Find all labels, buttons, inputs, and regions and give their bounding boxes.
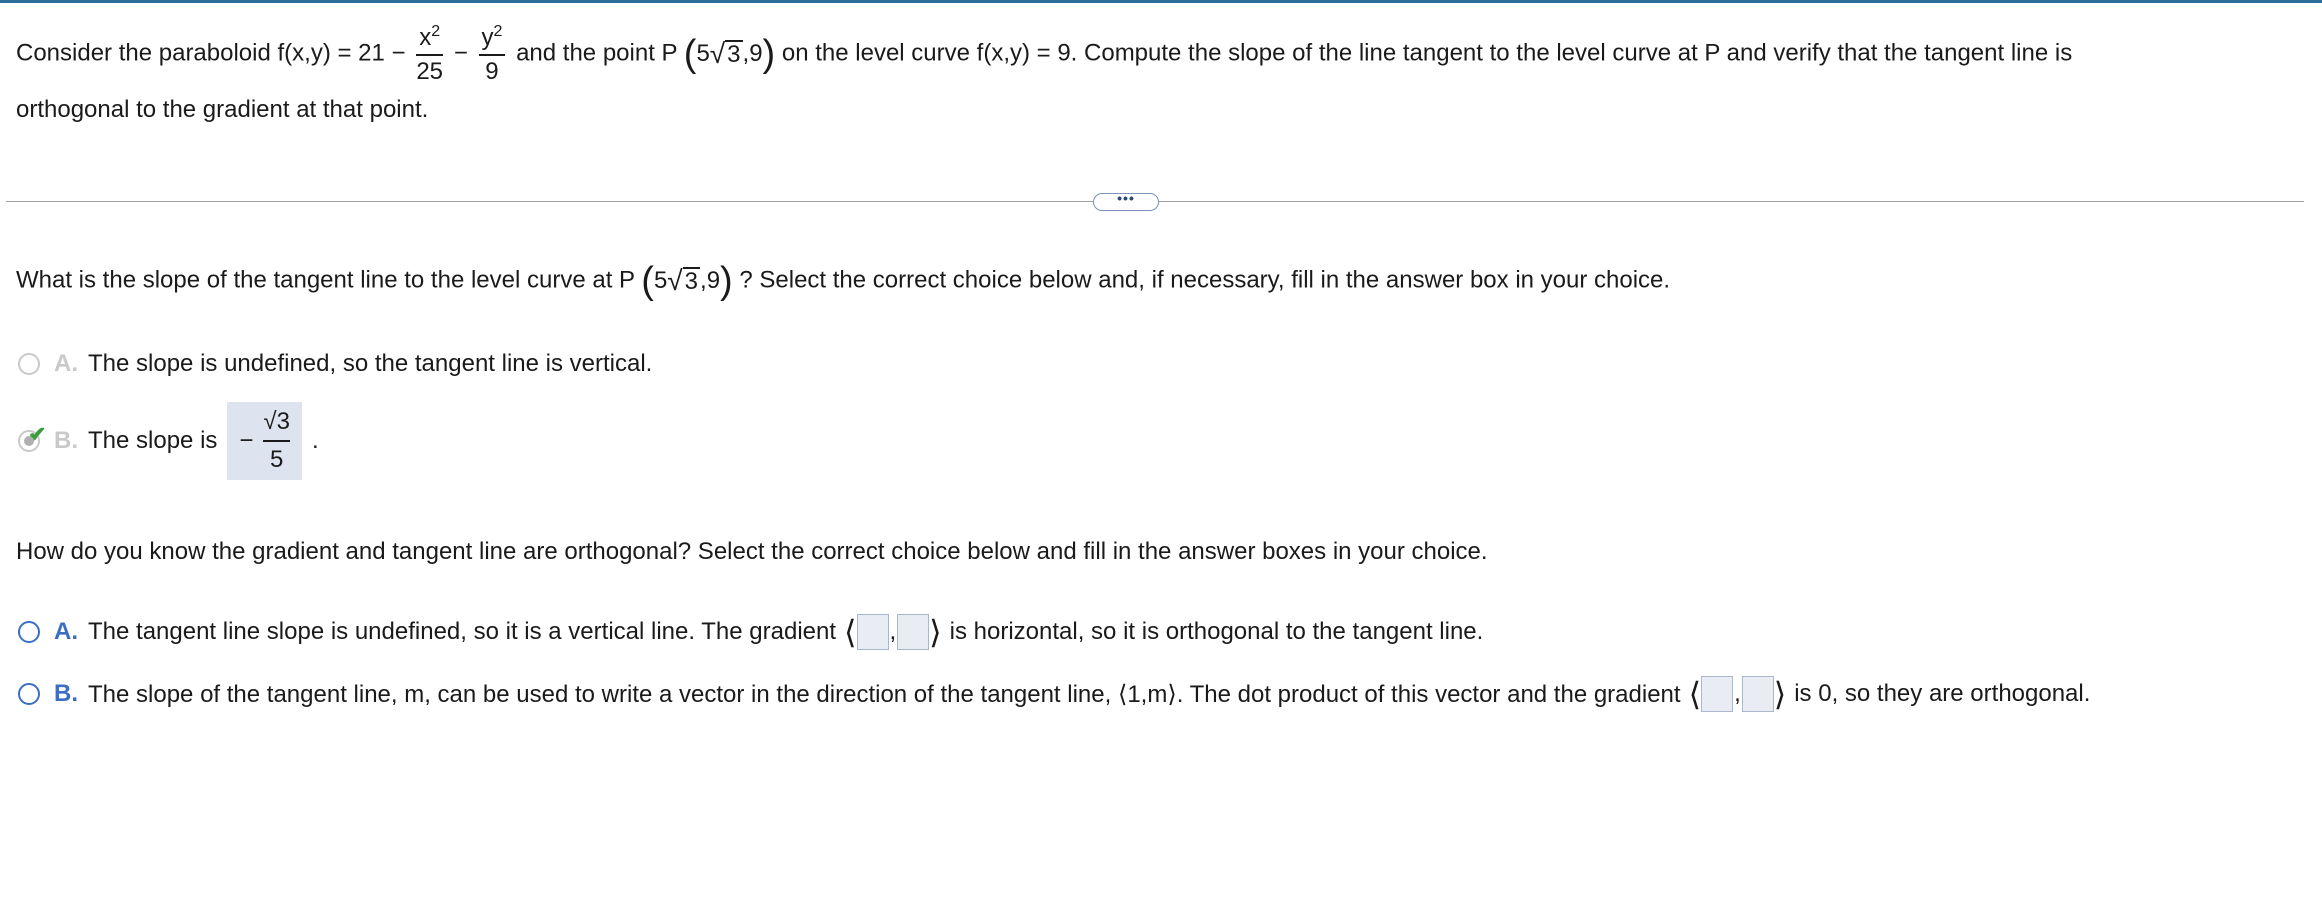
question1-before: What is the slope of the tangent line to… — [16, 266, 635, 294]
gradient-vector-input: ⟨, ⟩ — [844, 614, 942, 650]
sqrt-3: √ 3 — [709, 38, 743, 70]
problem-after: on the level curve f(x,y) = 9. Compute t… — [781, 39, 2073, 67]
frac1-numerator: x — [419, 24, 432, 51]
choice-text-after: is horizontal, so it is orthogonal to th… — [949, 618, 1484, 645]
point-p: ( 5 √ 3 ,9 ) — [641, 260, 733, 302]
point-coefficient: 5 — [653, 267, 668, 294]
gradient-x-input[interactable] — [856, 614, 889, 650]
choice-text-after: is 0, so they are orthogonal. — [1794, 680, 2091, 707]
problem-mid: and the point P — [516, 39, 678, 67]
minus-sign: − — [453, 39, 468, 67]
more-button[interactable]: ••• — [1093, 191, 1159, 211]
fraction-x2-over-25: x2 25 — [416, 23, 444, 85]
radicand: 3 — [725, 39, 743, 68]
choice-letter: B. — [54, 680, 78, 707]
question2-text: How do you know the gradient and tangent… — [16, 538, 1488, 565]
q1-choice-a[interactable]: A. The slope is undefined, so the tangen… — [18, 350, 652, 378]
q2-choice-a[interactable]: A. The tangent line slope is undefined, … — [18, 614, 1483, 650]
answer-sign: − — [239, 427, 254, 454]
choice-letter: A. — [54, 618, 78, 645]
exponent: 2 — [493, 23, 503, 40]
problem-statement: Consider the paraboloid f(x,y) = 21 − x2… — [16, 24, 2306, 136]
q2-choice-b[interactable]: B. The slope of the tangent line, m, can… — [18, 676, 2090, 712]
point-p: ( 5 √ 3 ,9 ) — [684, 28, 775, 80]
choice-tail: . — [311, 427, 319, 454]
choice-letter: B. — [54, 427, 78, 454]
exponent: 2 — [431, 23, 441, 40]
gradient-vector-input: ⟨, ⟩ — [1688, 676, 1787, 712]
problem-line2: orthogonal to the gradient at that point… — [16, 96, 429, 123]
choice-text-before: The slope of the tangent line, m, can be… — [88, 680, 1681, 708]
gradient-x-input[interactable] — [1701, 676, 1734, 712]
radio-button[interactable] — [18, 621, 40, 643]
answer-denominator: 5 — [270, 446, 284, 473]
choice-letter: A. — [54, 350, 78, 377]
frac1-denominator: 25 — [416, 58, 444, 85]
fraction-y2-over-9: y2 9 — [478, 23, 506, 85]
problem-intro: Consider the paraboloid f(x,y) = 21 − — [16, 39, 406, 67]
radio-button-selected[interactable]: ✔ — [18, 422, 46, 452]
point-y: ,9 — [742, 40, 763, 67]
radicand: 3 — [682, 266, 701, 295]
point-coefficient: 5 — [696, 40, 710, 67]
gradient-y-input[interactable] — [1741, 676, 1774, 712]
answer-box[interactable]: − √3 5 — [227, 402, 302, 480]
radio-button[interactable] — [18, 683, 40, 705]
choice-text-before: The tangent line slope is undefined, so … — [88, 618, 837, 645]
top-accent-bar — [0, 0, 2322, 3]
frac2-denominator: 9 — [485, 58, 499, 85]
question1-after: ? Select the correct choice below and, i… — [739, 266, 1671, 294]
frac2-numerator: y — [481, 24, 494, 51]
q1-choice-b[interactable]: ✔ B. The slope is − √3 5 . — [18, 402, 319, 480]
radio-button[interactable] — [18, 353, 40, 375]
gradient-y-input[interactable] — [897, 614, 930, 650]
sqrt-3: √ 3 — [667, 265, 701, 297]
checkmark-icon: ✔ — [28, 422, 47, 447]
point-y: ,9 — [700, 267, 721, 294]
choice-text: The slope is undefined, so the tangent l… — [88, 350, 653, 377]
question1-text: What is the slope of the tangent line to… — [16, 262, 1670, 300]
choice-text: The slope is — [88, 427, 218, 454]
answer-numerator: √3 — [263, 408, 290, 435]
